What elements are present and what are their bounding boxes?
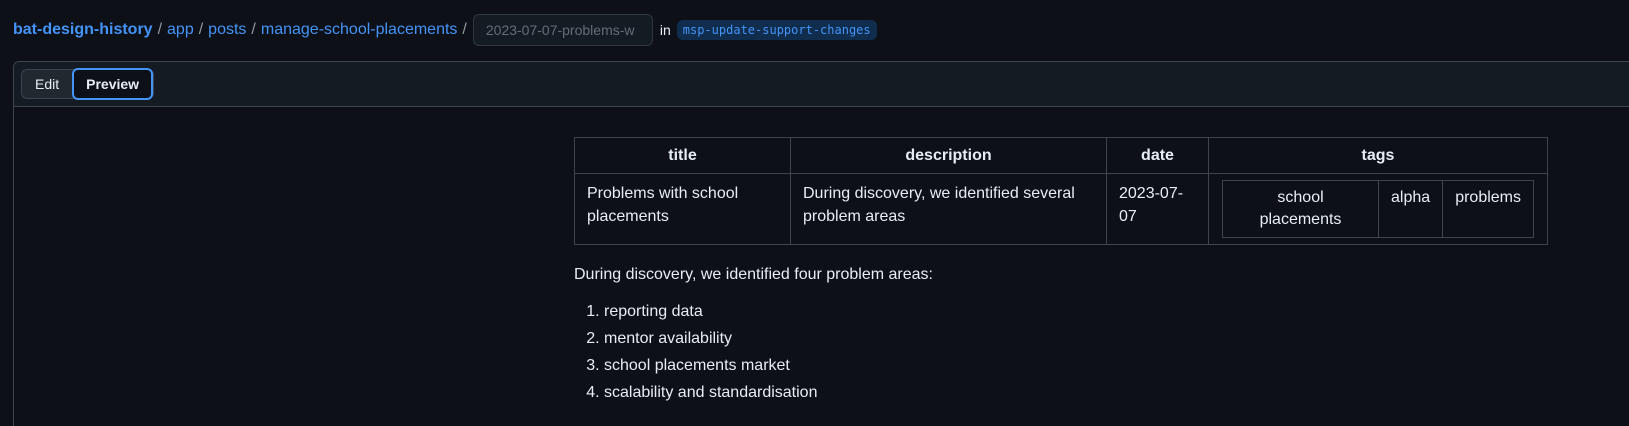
table-header-tags: tags bbox=[1208, 137, 1548, 174]
table-header-row: title description date tags bbox=[574, 137, 1548, 174]
tag-cell: school placements bbox=[1221, 180, 1380, 238]
breadcrumb-repo-link[interactable]: bat-design-history bbox=[13, 21, 153, 39]
table-header-title: title bbox=[574, 137, 791, 174]
markdown-preview: title description date tags Problems wit… bbox=[574, 137, 1549, 409]
breadcrumb-app-link[interactable]: app bbox=[167, 21, 194, 39]
branch-badge[interactable]: msp-update-support-changes bbox=[676, 20, 877, 40]
breadcrumb-separator: / bbox=[198, 21, 204, 38]
breadcrumb-separator: / bbox=[251, 21, 256, 38]
filename-value: 2023-07-07-problems-w bbox=[485, 22, 635, 38]
editor-tabs: Edit Preview bbox=[21, 68, 155, 100]
breadcrumb-folder-link[interactable]: manage-school-placements bbox=[261, 21, 458, 39]
filename-input[interactable]: 2023-07-07-problems-w bbox=[472, 14, 653, 46]
frontmatter-table: title description date tags Problems wit… bbox=[574, 137, 1548, 245]
list-item: school placements market bbox=[604, 355, 1549, 377]
breadcrumb-posts-link[interactable]: posts bbox=[208, 21, 246, 39]
tag-cell: alpha bbox=[1378, 180, 1444, 238]
intro-paragraph: During discovery, we identified four pro… bbox=[574, 266, 933, 283]
problem-areas-list: reporting data mentor availability schoo… bbox=[574, 301, 1549, 404]
list-item: scalability and standardisation bbox=[604, 382, 1549, 404]
breadcrumb-separator: / bbox=[157, 21, 163, 38]
list-item: mentor availability bbox=[604, 328, 1549, 350]
editor-header: Edit Preview bbox=[14, 62, 1629, 107]
table-header-date: date bbox=[1106, 137, 1209, 174]
breadcrumb: bat-design-history / app / posts / manag… bbox=[13, 14, 877, 46]
table-cell-description: During discovery, we identified several … bbox=[790, 173, 1107, 245]
table-header-description: description bbox=[790, 137, 1107, 174]
list-item: reporting data bbox=[604, 301, 1549, 323]
tags-row: school placements alpha problems bbox=[1221, 180, 1534, 238]
in-label: in bbox=[659, 22, 671, 38]
tags-table: school placements alpha problems bbox=[1221, 180, 1534, 238]
table-row: Problems with school placements During d… bbox=[574, 173, 1548, 245]
breadcrumb-separator: / bbox=[462, 21, 467, 38]
tab-edit[interactable]: Edit bbox=[22, 70, 72, 98]
table-cell-title: Problems with school placements bbox=[574, 173, 791, 245]
table-cell-date: 2023-07-07 bbox=[1106, 173, 1209, 245]
table-cell-tags: school placements alpha problems bbox=[1208, 173, 1548, 245]
tab-preview[interactable]: Preview bbox=[72, 68, 154, 100]
tag-cell: problems bbox=[1442, 180, 1534, 238]
